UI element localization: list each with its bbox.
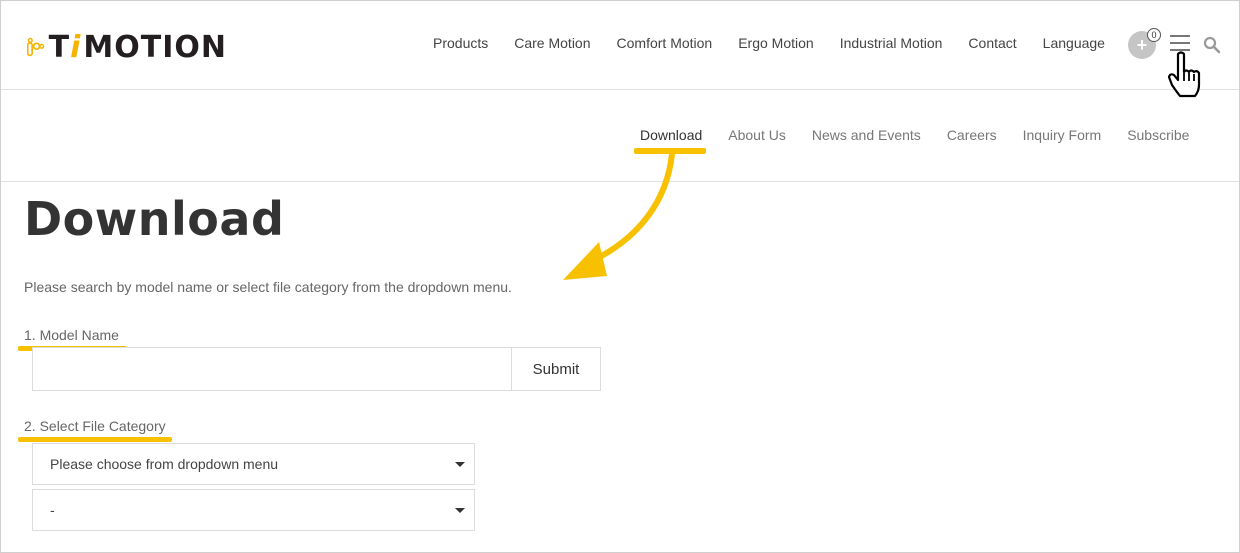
cart-count-badge: 0 xyxy=(1147,28,1161,42)
file-category-select[interactable]: Please choose from dropdown menu xyxy=(32,443,475,485)
subnav-download[interactable]: Download xyxy=(640,127,702,143)
chevron-down-icon xyxy=(455,508,465,513)
secondary-nav: Download About Us News and Events Career… xyxy=(640,127,1215,143)
nav-industrial-motion[interactable]: Industrial Motion xyxy=(840,35,943,51)
timotion-logo[interactable]: Ti MOTION xyxy=(27,21,227,73)
intro-text: Please search by model name or select fi… xyxy=(24,279,512,295)
nav-contact[interactable]: Contact xyxy=(968,35,1016,51)
file-category-select-value: Please choose from dropdown menu xyxy=(50,456,279,472)
subnav-news-and-events[interactable]: News and Events xyxy=(812,127,921,143)
file-subcategory-select-value: - xyxy=(50,502,55,518)
subnav-inquiry-form[interactable]: Inquiry Form xyxy=(1023,127,1102,143)
subnav-subscribe[interactable]: Subscribe xyxy=(1127,127,1189,143)
logo-letter-i: i xyxy=(70,29,82,65)
nav-ergo-motion[interactable]: Ergo Motion xyxy=(738,35,813,51)
main-nav: Products Care Motion Comfort Motion Ergo… xyxy=(433,35,1131,51)
category-label-highlight xyxy=(18,437,172,442)
chevron-down-icon xyxy=(455,462,465,467)
logo-word-motion: MOTION xyxy=(83,29,227,65)
annotation-arrow-icon xyxy=(563,151,675,280)
nav-care-motion[interactable]: Care Motion xyxy=(514,35,590,51)
logo-letter-t: T xyxy=(48,29,71,65)
logo-wordmark: Ti MOTION xyxy=(49,30,227,65)
subnav-about-us[interactable]: About Us xyxy=(728,127,786,143)
model-name-label: 1. Model Name xyxy=(24,327,119,343)
file-subcategory-select[interactable]: - xyxy=(32,489,475,531)
page-title: Download xyxy=(24,192,285,246)
file-category-label: 2. Select File Category xyxy=(24,418,166,434)
logo-mark-icon xyxy=(27,37,45,57)
nav-language[interactable]: Language xyxy=(1043,35,1105,51)
model-name-input[interactable] xyxy=(32,347,512,391)
subnav-careers[interactable]: Careers xyxy=(947,127,997,143)
submit-button[interactable]: Submit xyxy=(511,347,601,391)
nav-comfort-motion[interactable]: Comfort Motion xyxy=(617,35,713,51)
site-header: Ti MOTION Products Care Motion Comfort Mo… xyxy=(1,1,1239,90)
nav-products[interactable]: Products xyxy=(433,35,488,51)
